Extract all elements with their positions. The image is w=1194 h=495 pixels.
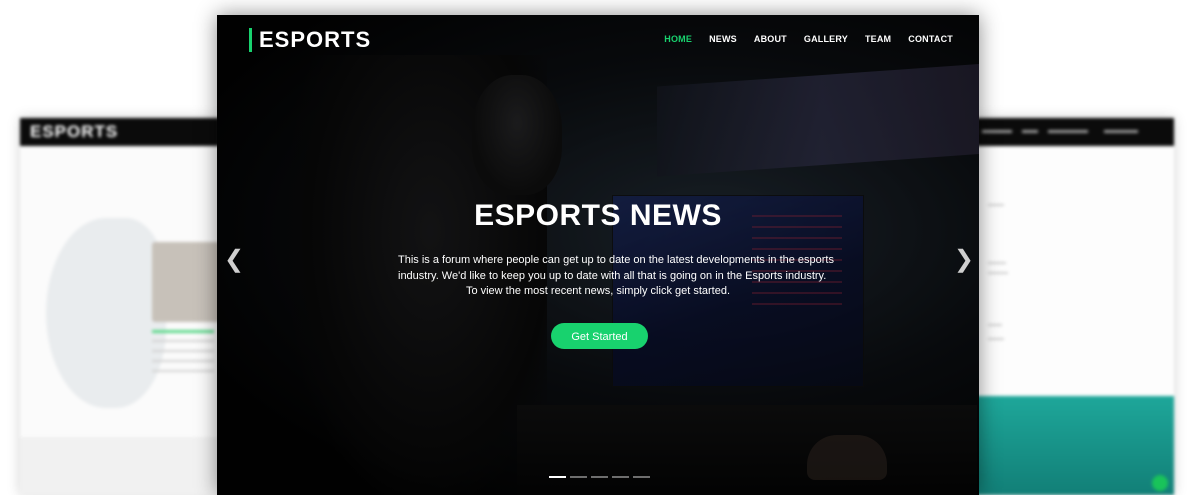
main-nav: HOME NEWS ABOUT GALLERY TEAM CONTACT <box>664 34 953 44</box>
background-right-nav <box>982 130 1012 133</box>
background-right-nav <box>1022 130 1038 133</box>
carousel-indicator[interactable] <box>549 476 566 478</box>
hero-page: ESPORTS HOME NEWS ABOUT GALLERY TEAM CON… <box>217 15 979 495</box>
background-left-photo <box>152 242 220 322</box>
hero-description: This is a forum where people can get up … <box>398 253 834 300</box>
background-right-teal-section <box>974 396 1174 495</box>
site-logo[interactable]: ESPORTS <box>249 28 371 52</box>
background-right-nav <box>1048 130 1088 133</box>
background-right-line <box>988 262 1006 264</box>
nav-item-home[interactable]: HOME <box>664 34 692 44</box>
hero-description-line: This is a forum where people can get up … <box>398 254 834 266</box>
background-right-line <box>988 324 1002 326</box>
nav-item-team[interactable]: TEAM <box>865 34 891 44</box>
hero-description-line: industry. We'd like to keep you up to da… <box>398 269 827 282</box>
background-left-line <box>152 360 214 362</box>
background-left-line <box>152 370 214 372</box>
background-left-line <box>152 350 214 352</box>
background-page-right <box>974 118 1174 495</box>
background-left-link <box>152 330 214 333</box>
background-right-line <box>988 204 1004 206</box>
hero-title: ESPORTS NEWS <box>474 199 722 232</box>
background-page-left: ESPORTS <box>20 118 220 495</box>
nav-item-about[interactable]: ABOUT <box>754 34 787 44</box>
background-left-map <box>46 218 166 408</box>
chevron-left-icon[interactable]: ❮ <box>224 245 244 274</box>
nav-item-news[interactable]: NEWS <box>709 34 737 44</box>
carousel-indicator[interactable] <box>570 476 587 478</box>
background-right-line <box>988 338 1004 340</box>
background-left-footer <box>20 437 220 495</box>
background-left-line <box>152 340 214 342</box>
background-right-nav <box>1104 130 1138 133</box>
hero-description-line: To view the most recent news, simply cli… <box>465 285 731 297</box>
carousel-indicators <box>549 476 650 478</box>
carousel-indicator[interactable] <box>612 476 629 478</box>
get-started-button[interactable]: Get Started <box>551 323 648 349</box>
nav-item-gallery[interactable]: GALLERY <box>804 34 848 44</box>
chevron-right-icon[interactable]: ❯ <box>954 245 974 274</box>
background-right-chat-button <box>1152 475 1168 491</box>
carousel-indicator[interactable] <box>591 476 608 478</box>
background-left-logo: ESPORTS <box>30 122 119 141</box>
background-right-line <box>988 272 1008 274</box>
carousel-indicator[interactable] <box>633 476 650 478</box>
nav-item-contact[interactable]: CONTACT <box>908 34 953 44</box>
